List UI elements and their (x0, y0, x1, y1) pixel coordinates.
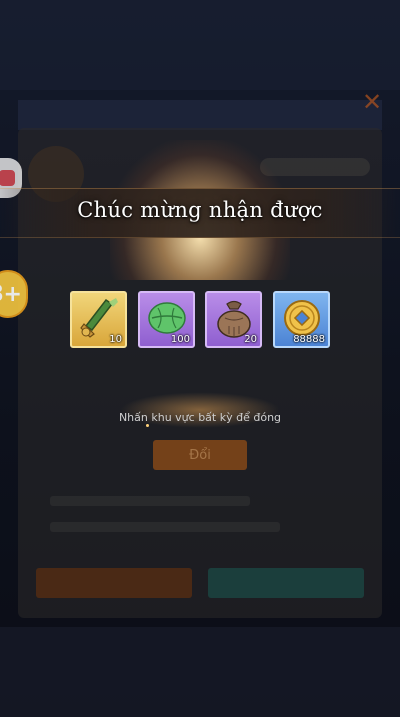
sparkle (146, 424, 149, 427)
exchange-button[interactable]: Đổi (153, 440, 247, 470)
reward-slot[interactable]: 100 (138, 291, 195, 348)
reward-list: 10 100 20 88888 (70, 291, 332, 349)
reward-slot[interactable]: 10 (70, 291, 127, 348)
left-action-button[interactable] (36, 568, 192, 598)
close-hint[interactable]: Nhấn khu vực bất kỳ để đóng (0, 411, 400, 424)
reward-slot[interactable]: 88888 (273, 291, 330, 348)
bottom-bar (0, 627, 400, 717)
close-icon[interactable]: ✕ (360, 90, 384, 114)
reward-count: 100 (170, 334, 190, 345)
reward-count: 20 (244, 334, 257, 345)
right-action-button[interactable] (208, 568, 364, 598)
reward-count: 10 (109, 334, 122, 345)
reward-slot[interactable]: 20 (205, 291, 262, 348)
popup-title: Chúc mừng nhận được (77, 198, 323, 222)
panel-header (18, 100, 382, 130)
top-bar (0, 0, 400, 90)
list-item (50, 496, 250, 506)
list-item (50, 522, 280, 532)
reward-count: 88888 (293, 334, 325, 345)
